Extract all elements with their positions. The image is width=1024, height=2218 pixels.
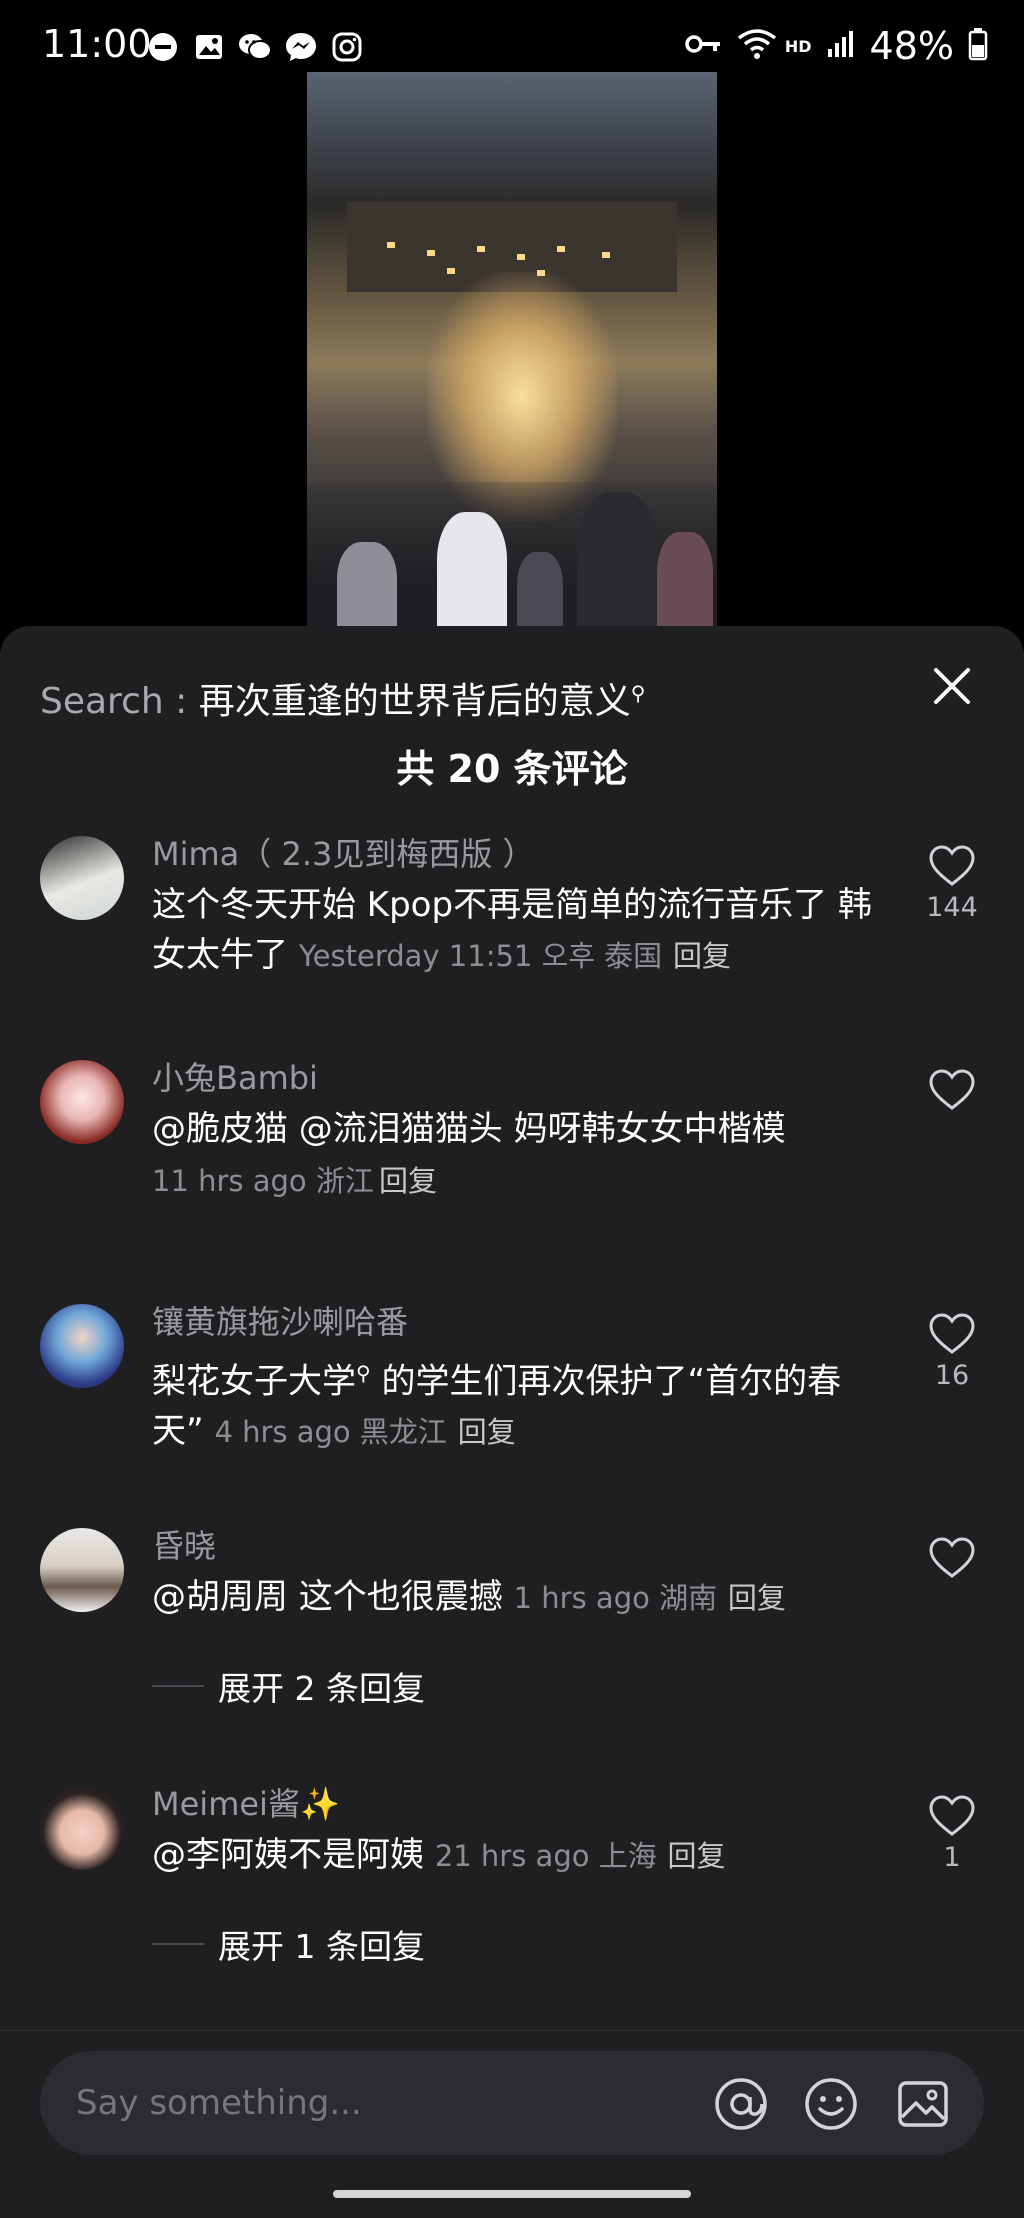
close-icon[interactable] <box>926 660 978 712</box>
heart-icon <box>929 845 975 886</box>
wifi-icon <box>737 28 777 64</box>
video-player[interactable] <box>307 72 717 632</box>
heart-icon <box>929 1795 975 1836</box>
key-icon <box>685 32 723 60</box>
avatar[interactable] <box>40 1786 124 1870</box>
reply-button[interactable]: 回复 <box>668 1839 726 1873</box>
heart-icon <box>929 1313 975 1354</box>
battery-percent: 48% <box>869 24 954 68</box>
wechat-icon <box>238 30 272 64</box>
like-button[interactable] <box>920 1068 984 1116</box>
battery-icon <box>968 27 988 65</box>
comment-meta: 11 hrs ago 浙江 <box>152 1164 374 1198</box>
heart-icon <box>929 1069 975 1110</box>
signal-icon <box>826 29 856 63</box>
like-button[interactable]: 16 <box>920 1312 984 1391</box>
reply-button[interactable]: 回复 <box>673 939 731 973</box>
expand-replies-label[interactable]: 展开 2 条回复 <box>218 1662 425 1710</box>
comment-meta: 1 hrs ago 湖南 <box>513 1581 718 1615</box>
comment-count-title: 共 20 条评论 <box>396 747 628 791</box>
expand-replies-button[interactable]: 展开 1 条回复 <box>152 1920 425 1968</box>
status-right-icons: HD 48% <box>685 24 988 68</box>
comment-text: @李阿姨不是阿姨 21 hrs ago 上海 回复 <box>152 1835 726 1875</box>
comment-author[interactable]: 小兔Bambi <box>152 1056 892 1100</box>
comment-meta: 4 hrs ago 黑龙江 <box>214 1415 447 1450</box>
like-count: 144 <box>926 892 978 923</box>
reply-button[interactable]: 回复 <box>728 1581 786 1615</box>
comment-input[interactable] <box>76 2073 676 2133</box>
search-icon: ⚲ <box>356 1361 371 1385</box>
emoji-icon[interactable] <box>804 2077 858 2131</box>
comment-text: 这个冬天开始 Kpop不再是简单的流行音乐了 韩女太牛了 Yesterday 1… <box>152 885 872 975</box>
comment-text: 梨花女子大学⚲ 的学生们再次保护了“首尔的春天” 4 hrs ago 黑龙江 回… <box>152 1361 842 1452</box>
like-button[interactable] <box>920 1536 984 1584</box>
image-icon[interactable] <box>896 2077 950 2131</box>
like-button[interactable]: 144 <box>920 844 984 923</box>
close-button[interactable] <box>926 660 978 712</box>
expand-replies-button[interactable]: 展开 2 条回复 <box>152 1662 425 1710</box>
reply-button[interactable]: 回复 <box>379 1164 437 1198</box>
comment-input-container[interactable] <box>40 2051 984 2155</box>
comment-meta: Yesterday 11:51 오후 泰国 <box>298 939 663 973</box>
avatar[interactable] <box>40 1060 124 1144</box>
comment-author[interactable]: Meimei酱✨ <box>152 1782 892 1826</box>
avatar[interactable] <box>40 836 124 920</box>
related-search-link[interactable]: Search : 再次重逢的世界背后的意义⚲ <box>40 672 645 724</box>
at-icon[interactable] <box>714 2077 768 2131</box>
messenger-icon <box>284 30 318 64</box>
notification-icons <box>146 30 364 64</box>
comment-author[interactable]: 镶黄旗拖沙喇哈番 <box>152 1300 892 1344</box>
heart-icon <box>929 1537 975 1578</box>
minus-circle-icon <box>146 30 180 64</box>
search-query[interactable]: 再次重逢的世界背后的意义 <box>199 681 631 722</box>
like-button[interactable]: 1 <box>920 1794 984 1873</box>
status-time: 11:00 <box>42 22 152 66</box>
search-icon: ⚲ <box>630 681 646 705</box>
avatar[interactable] <box>40 1528 124 1612</box>
reply-button[interactable]: 回复 <box>458 1415 516 1449</box>
like-count: 16 <box>934 1360 970 1391</box>
instagram-icon <box>330 30 364 64</box>
avatar[interactable] <box>40 1304 124 1388</box>
comment-sheet: Search : 再次重逢的世界背后的意义⚲ 共 20 条评论 Mima（ 2.… <box>0 626 1024 2218</box>
video-crowd <box>307 482 717 632</box>
comment-meta: 21 hrs ago 上海 <box>434 1839 657 1873</box>
comment-author[interactable]: Mima（ 2.3见到梅西版 ） <box>152 832 892 876</box>
home-indicator[interactable] <box>333 2190 691 2198</box>
like-count: 1 <box>943 1842 961 1873</box>
comment-text: @脆皮猫 @流泪猫猫头 妈呀韩女女中楷模 <box>152 1109 786 1149</box>
search-label: Search : <box>40 681 188 722</box>
hd-badge: HD <box>784 36 812 56</box>
comment-text: @胡周周 这个也很震撼 1 hrs ago 湖南 回复 <box>152 1577 786 1617</box>
image-icon <box>192 30 226 64</box>
divider <box>152 1943 204 1945</box>
comment-author[interactable]: 昏晓 <box>152 1524 892 1568</box>
divider <box>152 1685 204 1687</box>
expand-replies-label[interactable]: 展开 1 条回复 <box>218 1920 425 1968</box>
